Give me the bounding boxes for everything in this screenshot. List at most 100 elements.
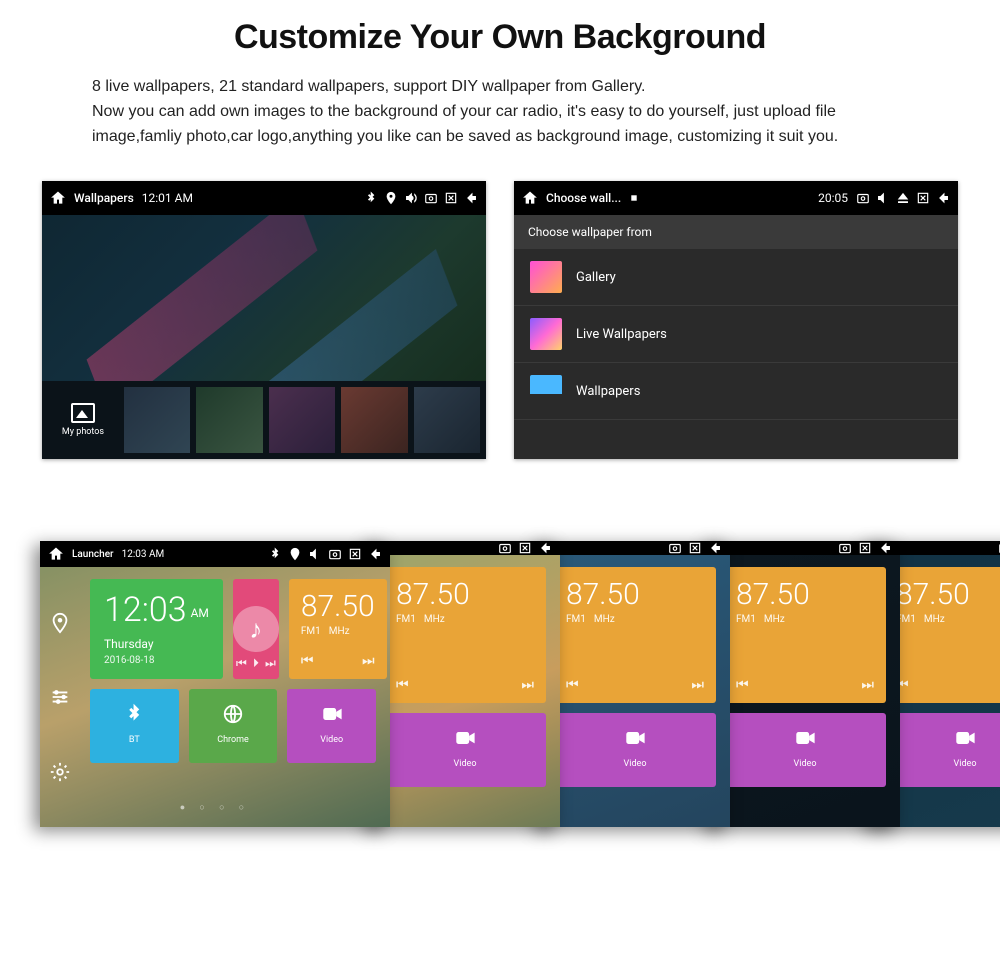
radio-unit: MHz xyxy=(594,614,615,625)
camera-icon[interactable] xyxy=(328,547,342,561)
globe-icon xyxy=(222,703,244,725)
wallpaper-thumb[interactable] xyxy=(414,387,480,453)
video-tile[interactable]: Video xyxy=(554,713,716,787)
my-photos-button[interactable]: My photos xyxy=(48,387,118,453)
radio-unit: MHz xyxy=(924,614,945,625)
chooser-item-gallery[interactable]: Gallery xyxy=(514,249,958,306)
copy-line2: Now you can add own images to the backgr… xyxy=(92,103,838,145)
video-tile[interactable]: Video xyxy=(724,713,886,787)
chooser-list: Gallery Live Wallpapers Wallpapers xyxy=(514,249,958,459)
nav-pin-icon[interactable] xyxy=(49,612,71,634)
back-icon[interactable] xyxy=(464,191,478,205)
back-icon[interactable] xyxy=(936,191,950,205)
camera-icon[interactable] xyxy=(856,191,870,205)
seek-next-icon[interactable]: ⏭ xyxy=(362,653,375,669)
seek-prev-icon[interactable]: ⏮ xyxy=(301,653,314,669)
chooser-item-label: Gallery xyxy=(576,270,616,285)
seek-prev-icon[interactable]: ⏮ xyxy=(396,677,409,693)
video-tile[interactable]: Video xyxy=(384,713,546,787)
video-tile[interactable]: Video xyxy=(884,713,1000,787)
bluetooth-icon xyxy=(364,191,378,205)
video-icon xyxy=(321,703,343,725)
prev-icon[interactable]: ⏮ xyxy=(236,656,247,671)
camera-icon[interactable] xyxy=(424,191,438,205)
video-icon xyxy=(454,727,476,749)
eject-icon[interactable] xyxy=(896,191,910,205)
clock-ampm: AM xyxy=(191,606,209,620)
wallpaper-thumb[interactable] xyxy=(341,387,407,453)
camera-icon[interactable] xyxy=(668,541,682,555)
bluetooth-icon xyxy=(123,703,145,725)
wallpapers-title: Wallpapers xyxy=(74,191,134,205)
bt-tile[interactable]: BT xyxy=(90,689,179,763)
back-icon[interactable] xyxy=(708,541,722,555)
status-bar xyxy=(710,541,900,555)
nav-sliders-icon[interactable] xyxy=(49,686,71,708)
close-icon[interactable] xyxy=(688,541,702,555)
choose-time: 20:05 xyxy=(818,191,848,205)
bluetooth-icon xyxy=(268,547,282,561)
close-icon[interactable] xyxy=(444,191,458,205)
music-widget[interactable]: ♪ ⏮ ⏵ ⏭ xyxy=(233,579,279,679)
radio-widget[interactable]: 87.50FM1MHz⏮⏭ xyxy=(554,567,716,703)
copy-line1: 8 live wallpapers, 21 standard wallpaper… xyxy=(92,78,645,95)
launcher-sidebar xyxy=(40,567,80,827)
description-text: 8 live wallpapers, 21 standard wallpaper… xyxy=(0,75,1000,149)
radio-band: FM1 xyxy=(396,614,416,625)
status-bar: Choose wall... 20:05 xyxy=(514,181,958,215)
launcher-tile-4: 87.50FM1MHz⏮⏭ Video xyxy=(710,541,900,827)
volume-icon[interactable] xyxy=(308,547,322,561)
radio-widget[interactable]: 87.50FM1MHz⏮⏭ xyxy=(724,567,886,703)
wallpaper-thumb[interactable] xyxy=(196,387,262,453)
home-icon[interactable] xyxy=(50,190,66,206)
nav-gear-icon[interactable] xyxy=(49,761,71,783)
chooser-item-label: Live Wallpapers xyxy=(576,327,667,342)
seek-prev-icon[interactable]: ⏮ xyxy=(566,677,579,693)
status-bar xyxy=(540,541,730,555)
radio-band: FM1 xyxy=(736,614,756,625)
back-icon[interactable] xyxy=(538,541,552,555)
video-tile[interactable]: Video xyxy=(287,689,376,763)
close-icon[interactable] xyxy=(916,191,930,205)
back-icon[interactable] xyxy=(878,541,892,555)
page-indicator: ● ○ ○ ○ xyxy=(40,802,390,813)
chooser-item-live[interactable]: Live Wallpapers xyxy=(514,306,958,363)
seek-next-icon[interactable]: ⏭ xyxy=(521,677,534,693)
video-label: Video xyxy=(320,735,343,745)
seek-next-icon[interactable]: ⏭ xyxy=(691,677,704,693)
video-label: Video xyxy=(454,759,477,769)
seek-next-icon[interactable]: ⏭ xyxy=(861,677,874,693)
close-icon[interactable] xyxy=(858,541,872,555)
my-photos-label: My photos xyxy=(62,427,104,437)
wallpaper-thumbnails: My photos xyxy=(42,381,486,459)
launcher-tile-1: Launcher 12:03 AM xyxy=(40,541,390,827)
wallpaper-preview[interactable] xyxy=(42,215,486,381)
more-icon[interactable] xyxy=(629,190,639,206)
mute-icon[interactable] xyxy=(876,191,890,205)
volume-icon[interactable] xyxy=(404,191,418,205)
home-icon[interactable] xyxy=(522,190,538,206)
chooser-item-wallpapers[interactable]: Wallpapers xyxy=(514,363,958,420)
bt-label: BT xyxy=(129,735,140,745)
chrome-tile[interactable]: Chrome xyxy=(189,689,278,763)
live-wallpapers-icon xyxy=(530,318,562,350)
close-icon[interactable] xyxy=(348,547,362,561)
wallpaper-thumb[interactable] xyxy=(124,387,190,453)
clock-widget[interactable]: 12:03AM Thursday 2016-08-18 xyxy=(90,579,223,679)
seek-prev-icon[interactable]: ⏮ xyxy=(736,677,749,693)
radio-freq: 87.50 xyxy=(301,589,375,624)
wallpaper-thumb[interactable] xyxy=(269,387,335,453)
radio-widget[interactable]: 87.50FM1MHz⏮⏭ xyxy=(884,567,1000,703)
video-icon xyxy=(794,727,816,749)
play-icon[interactable]: ⏵ xyxy=(253,656,259,671)
close-icon[interactable] xyxy=(518,541,532,555)
home-icon[interactable] xyxy=(48,546,64,562)
status-icons xyxy=(364,191,478,205)
video-label: Video xyxy=(794,759,817,769)
camera-icon[interactable] xyxy=(838,541,852,555)
camera-icon[interactable] xyxy=(498,541,512,555)
radio-widget[interactable]: 87.50 FM1MHz ⏮⏭ xyxy=(289,579,387,679)
radio-widget[interactable]: 87.50FM1MHz⏮⏭ xyxy=(384,567,546,703)
next-icon[interactable]: ⏭ xyxy=(265,656,276,671)
back-icon[interactable] xyxy=(368,547,382,561)
